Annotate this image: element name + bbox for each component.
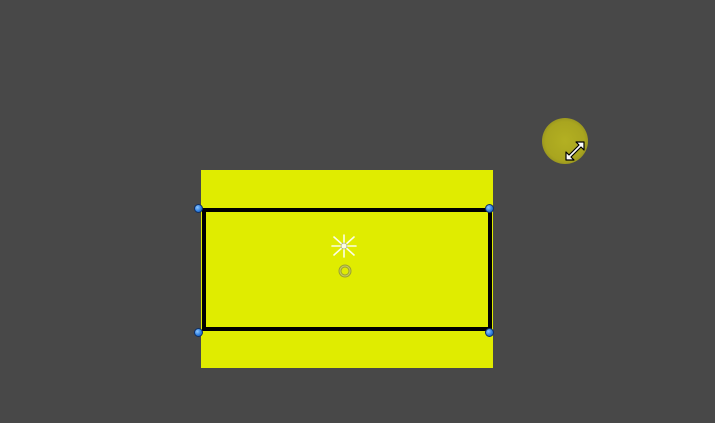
- diagonal-resize-cursor-icon: [565, 141, 585, 161]
- resize-handle-bottom-right[interactable]: [485, 328, 494, 337]
- pivot-cross-icon[interactable]: [330, 233, 358, 259]
- resize-handle-top-right[interactable]: [485, 204, 494, 213]
- design-canvas[interactable]: [0, 0, 715, 423]
- resize-handle-top-left[interactable]: [194, 204, 203, 213]
- origin-ring-icon[interactable]: [337, 263, 353, 279]
- resize-handle-bottom-left[interactable]: [194, 328, 203, 337]
